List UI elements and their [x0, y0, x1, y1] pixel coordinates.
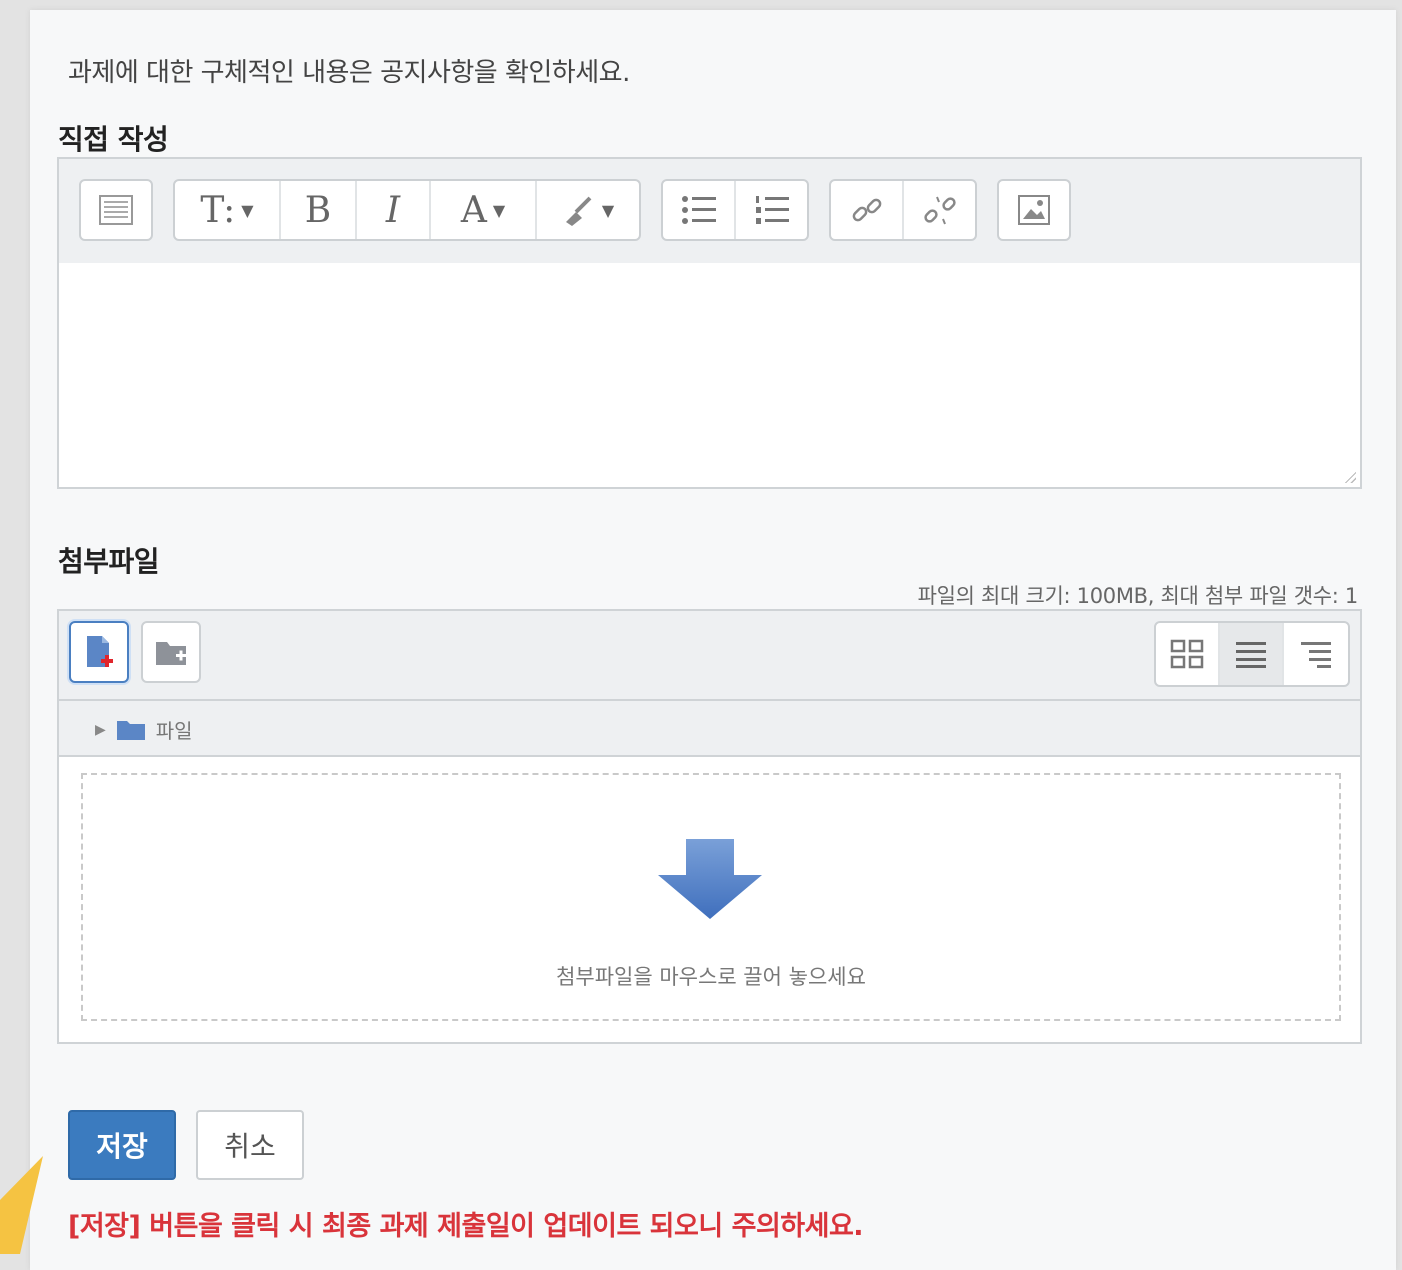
format-dropdown-button[interactable]: T: ▼ [175, 181, 281, 239]
notice-text: 과제에 대한 구체적인 내용은 공지사항을 확인하세요. [68, 58, 630, 88]
file-manager: ▶ 파일 첨부파일을 마우스로 끌어 놓으세요 [57, 609, 1362, 1044]
file-dropzone[interactable]: 첨부파일을 마우스로 끌어 놓으세요 [81, 773, 1341, 1021]
chevron-down-icon: ▼ [241, 200, 254, 220]
cancel-button[interactable]: 취소 [196, 1110, 304, 1180]
text-editor: T: ▼ B I A ▼ ▼ [57, 157, 1362, 489]
list-icon [1236, 642, 1266, 668]
italic-glyph: I [385, 189, 401, 231]
toolbar-group-lists [661, 179, 809, 241]
numbered-list-button[interactable] [736, 181, 807, 239]
toolbar-group-collapse [79, 179, 153, 241]
bullet-list-icon [681, 196, 716, 224]
create-folder-icon [156, 642, 186, 665]
numbered-list-icon [755, 196, 789, 224]
dropzone-text: 첨부파일을 마우스로 끌어 놓으세요 [556, 965, 866, 989]
format-glyph: T: [200, 189, 236, 231]
pointer-arrow-icon [0, 1156, 43, 1254]
highlight-button[interactable]: ▼ [537, 181, 639, 239]
highlighter-icon [565, 196, 592, 226]
unlink-button[interactable] [904, 181, 975, 239]
folder-icon [116, 720, 145, 740]
file-manager-toolbar [59, 611, 1360, 701]
bullet-list-button[interactable] [663, 181, 736, 239]
chevron-down-icon: ▼ [492, 200, 506, 220]
path-folder-label: 파일 [155, 719, 193, 743]
italic-button[interactable]: I [357, 181, 431, 239]
grid-view-button[interactable] [1156, 623, 1220, 685]
unlink-icon [923, 196, 956, 225]
insert-image-button[interactable] [999, 181, 1069, 239]
toolbar-group-format: T: ▼ B I A ▼ ▼ [173, 179, 641, 241]
add-file-button[interactable] [69, 621, 129, 683]
tree-view-button[interactable] [1284, 623, 1348, 685]
image-icon [1018, 195, 1050, 225]
resize-handle[interactable] [1342, 469, 1356, 483]
path-folder[interactable]: ▶ 파일 [95, 715, 193, 744]
font-color-button[interactable]: A ▼ [431, 181, 537, 239]
file-limits-text: 파일의 최대 크기: 100MB, 최대 첨부 파일 갯수: 1 [917, 584, 1359, 608]
link-icon [852, 198, 881, 222]
font-color-glyph: A [460, 189, 487, 231]
toolbar-group-media [997, 179, 1071, 241]
save-button[interactable]: 저장 [68, 1110, 176, 1180]
create-folder-button[interactable] [141, 621, 201, 683]
link-button[interactable] [831, 181, 904, 239]
download-arrow-icon [658, 839, 762, 919]
add-file-icon [87, 636, 113, 667]
attachments-label: 첨부파일 [58, 545, 160, 578]
toolbar-group-links [829, 179, 977, 241]
bold-button[interactable]: B [281, 181, 357, 239]
triangle-right-icon: ▶ [95, 721, 106, 738]
save-warning-text: [저장] 버튼을 클릭 시 최종 과제 제출일이 업데이트 되오니 주의하세요. [68, 1211, 864, 1242]
keyboard-icon[interactable] [81, 181, 151, 239]
path-bar: ▶ 파일 [59, 701, 1360, 757]
tree-icon [1301, 642, 1331, 668]
editor-toolbar: T: ▼ B I A ▼ ▼ [59, 159, 1360, 265]
view-mode-group [1154, 621, 1350, 687]
bold-glyph: B [304, 189, 332, 231]
chevron-down-icon: ▼ [601, 200, 615, 220]
grid-icon [1170, 639, 1204, 669]
editor-label: 직접 작성 [58, 123, 169, 156]
list-view-button[interactable] [1220, 623, 1284, 685]
editor-textarea[interactable] [59, 263, 1360, 487]
